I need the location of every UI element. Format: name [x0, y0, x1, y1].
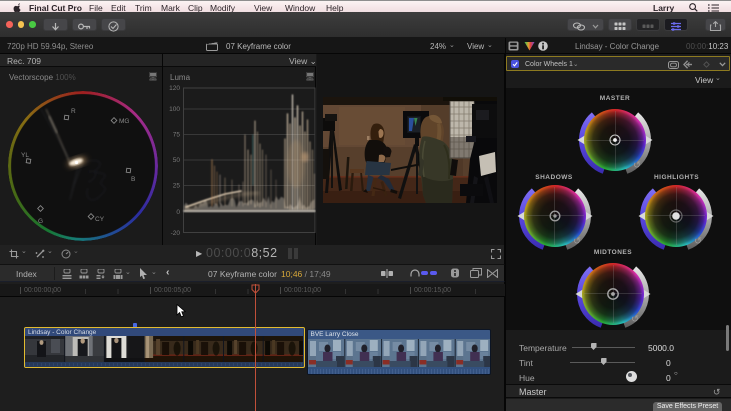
- svg-text:MG: MG: [119, 118, 129, 125]
- svg-text:120: 120: [169, 85, 180, 92]
- svg-text:0: 0: [176, 209, 180, 216]
- svg-text:25: 25: [173, 183, 181, 190]
- svg-text:R: R: [71, 108, 76, 115]
- svg-text:B: B: [131, 176, 135, 183]
- svg-text:75: 75: [173, 132, 181, 139]
- svg-text:50: 50: [173, 157, 181, 164]
- svg-text:100: 100: [169, 106, 180, 113]
- svg-text:-20: -20: [171, 230, 181, 237]
- svg-text:G: G: [38, 218, 43, 225]
- svg-text:YL: YL: [21, 152, 29, 159]
- svg-text:CY: CY: [95, 216, 105, 223]
